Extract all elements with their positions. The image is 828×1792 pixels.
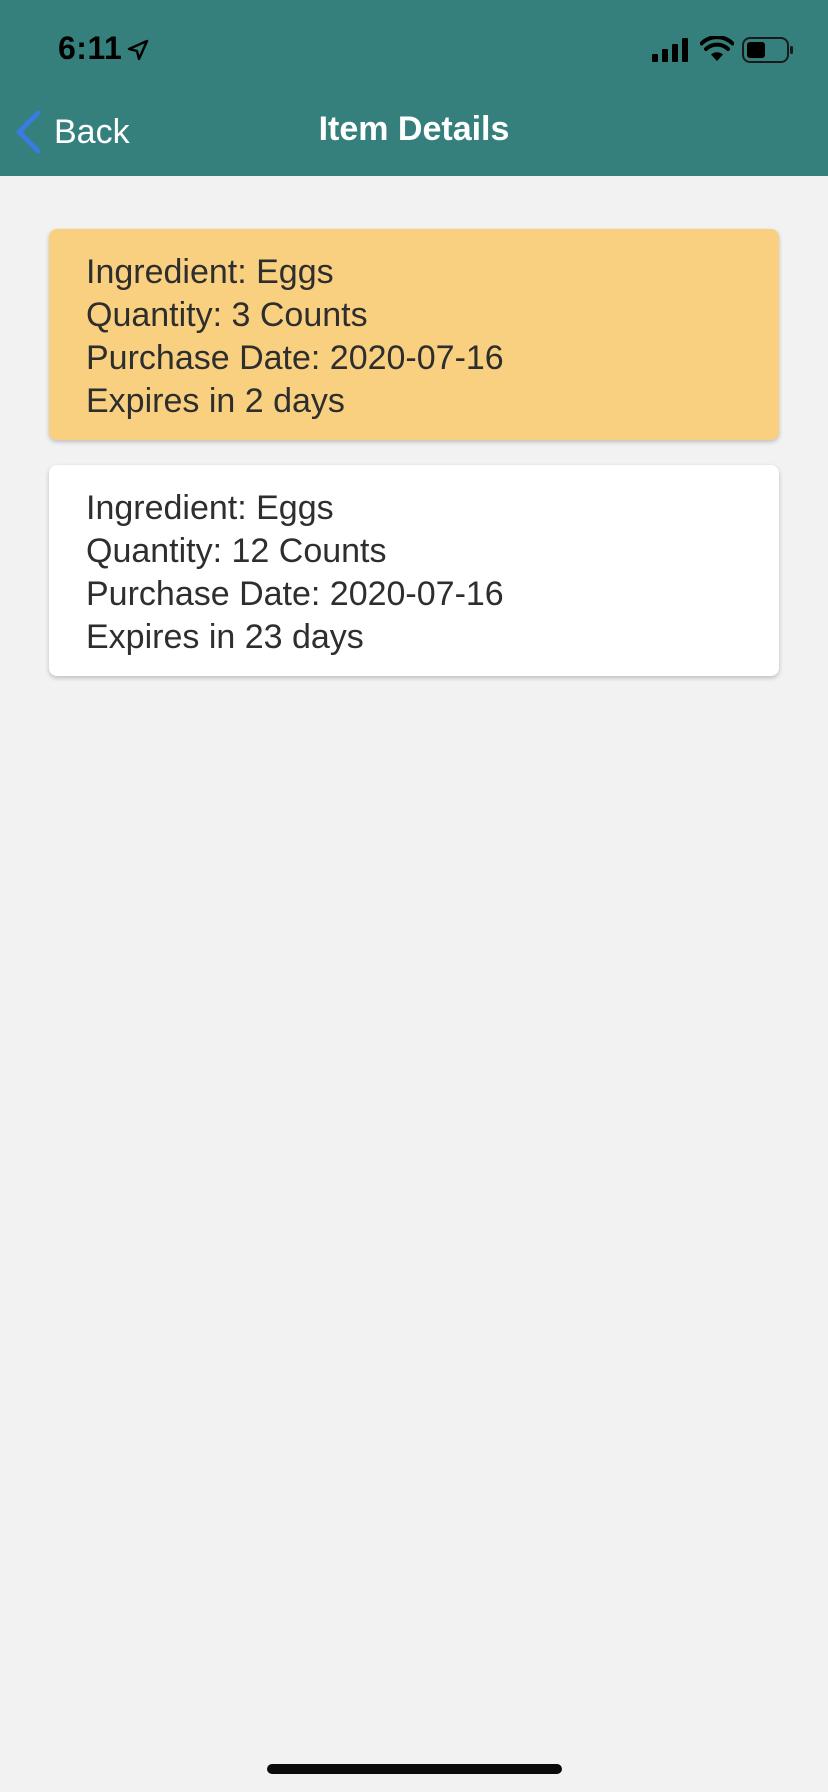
- battery-icon: [742, 37, 793, 63]
- item-ingredient: Ingredient: Eggs: [86, 489, 334, 527]
- home-indicator[interactable]: [267, 1764, 562, 1774]
- item-ingredient: Ingredient: Eggs: [86, 253, 334, 291]
- item-purchase-date: Purchase Date: 2020-07-16: [86, 339, 504, 377]
- item-expiry: Expires in 2 days: [86, 382, 345, 420]
- item-card[interactable]: Ingredient: Eggs Quantity: 12 Counts Pur…: [49, 465, 779, 676]
- cellular-signal-icon: [652, 38, 688, 62]
- item-quantity: Quantity: 12 Counts: [86, 532, 387, 570]
- wifi-icon: [700, 36, 734, 61]
- item-expiry: Expires in 23 days: [86, 618, 364, 656]
- item-purchase-date: Purchase Date: 2020-07-16: [86, 575, 504, 613]
- location-arrow-icon: [127, 39, 149, 61]
- item-quantity: Quantity: 3 Counts: [86, 296, 368, 334]
- navigation-header: 6:11 Back Item Details: [0, 0, 828, 176]
- item-card-expiring[interactable]: Ingredient: Eggs Quantity: 3 Counts Purc…: [49, 229, 779, 440]
- status-time: 6:11: [58, 30, 123, 66]
- page-title: Item Details: [318, 110, 510, 148]
